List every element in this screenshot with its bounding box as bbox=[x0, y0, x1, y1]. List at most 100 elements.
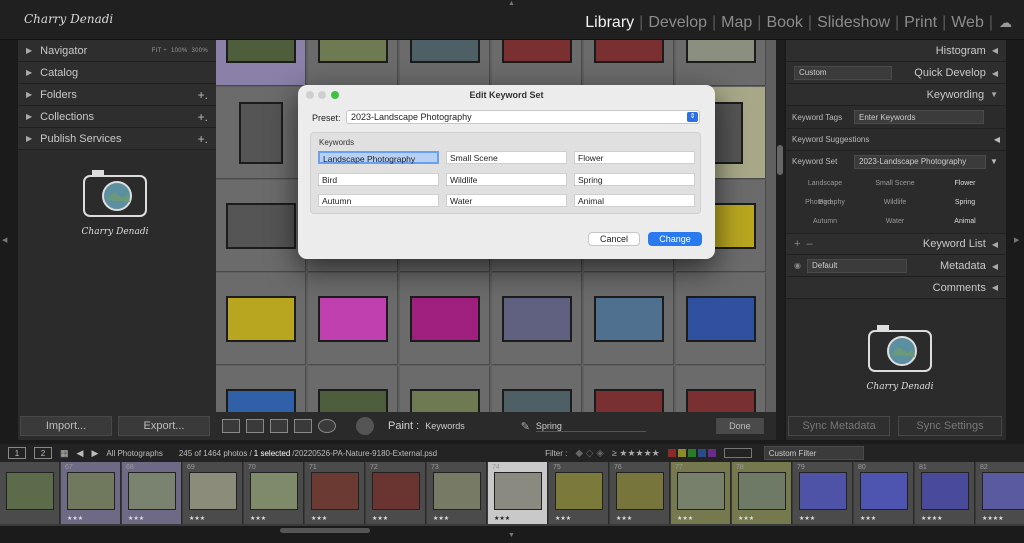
photo-thumbnail[interactable] bbox=[593, 40, 664, 63]
navigator-header[interactable]: ▶ Navigator FIT ÷ 100% 300% bbox=[18, 40, 216, 62]
photo-thumbnail[interactable] bbox=[317, 40, 388, 63]
photo-thumbnail[interactable] bbox=[238, 101, 283, 164]
keyword-set-item[interactable]: Landscape Photography bbox=[790, 174, 860, 206]
photo-thumbnail[interactable] bbox=[225, 202, 296, 249]
keyword-input[interactable]: Bird bbox=[318, 173, 439, 186]
filmstrip-cell[interactable]: 77 ★★★ bbox=[671, 462, 731, 524]
keyword-set-item[interactable]: Autumn bbox=[790, 212, 860, 231]
filmstrip-thumbnail[interactable] bbox=[128, 472, 176, 510]
keyword-input[interactable]: Small Scene bbox=[446, 151, 567, 164]
photo-thumbnail[interactable] bbox=[409, 40, 480, 63]
source-label[interactable]: All Photographs bbox=[106, 449, 162, 458]
keyword-input[interactable]: Wildlife bbox=[446, 173, 567, 186]
filmstrip-cell[interactable]: 78 ★★★ bbox=[732, 462, 792, 524]
color-label-filter[interactable] bbox=[667, 449, 716, 457]
secondary-window-button[interactable]: 2 bbox=[34, 447, 52, 459]
filmstrip-thumbnail[interactable] bbox=[616, 472, 664, 510]
eyedropper-icon[interactable]: ✎ bbox=[521, 420, 530, 433]
photo-thumbnail[interactable] bbox=[593, 388, 664, 412]
people-view-icon[interactable] bbox=[318, 419, 336, 433]
photo-thumbnail[interactable] bbox=[225, 388, 296, 412]
module-develop[interactable]: Develop bbox=[643, 14, 712, 32]
filmstrip-thumbnail[interactable] bbox=[799, 472, 847, 510]
filmstrip-thumbnail[interactable] bbox=[738, 472, 786, 510]
quick-develop-header[interactable]: Custom Quick Develop ◀ bbox=[786, 62, 1006, 84]
histogram-header[interactable]: Histogram ◀ bbox=[786, 40, 1006, 62]
filmstrip-thumbnail[interactable] bbox=[67, 472, 115, 510]
photo-thumbnail[interactable] bbox=[685, 295, 756, 342]
grid-cell[interactable] bbox=[492, 40, 582, 86]
survey-view-icon[interactable] bbox=[294, 419, 312, 433]
grid-cell[interactable] bbox=[400, 366, 490, 412]
keyword-set-item[interactable]: Bird bbox=[790, 193, 860, 212]
module-map[interactable]: Map bbox=[716, 14, 757, 32]
preset-select[interactable]: 2023-Landscape Photography ⇕ bbox=[346, 110, 700, 124]
photo-thumbnail[interactable] bbox=[317, 388, 388, 412]
comments-header[interactable]: Comments ◀ bbox=[786, 277, 1006, 299]
grid-cell[interactable] bbox=[676, 273, 766, 365]
keyword-input[interactable]: Flower bbox=[574, 151, 695, 164]
grid-cell[interactable] bbox=[216, 366, 306, 412]
module-book[interactable]: Book bbox=[761, 14, 807, 32]
filmstrip-cell[interactable]: 76 ★★★ bbox=[610, 462, 670, 524]
collapse-right-arrow-icon[interactable]: ▶ bbox=[1014, 236, 1019, 244]
keyword-set-item[interactable]: Water bbox=[860, 212, 930, 231]
cloud-icon[interactable]: ☁ bbox=[999, 15, 1012, 31]
grid-cell[interactable] bbox=[676, 40, 766, 86]
filmstrip-cell[interactable]: 81 ★★★★ bbox=[915, 462, 975, 524]
selected-filename[interactable]: /20220526-PA-Nature-9180-External.psd bbox=[292, 449, 437, 458]
filmstrip-thumbnail[interactable] bbox=[494, 472, 542, 510]
filmstrip-cell[interactable]: 70 ★★★ bbox=[244, 462, 304, 524]
back-arrow-icon[interactable]: ◀ bbox=[77, 448, 84, 459]
filmstrip-thumbnail[interactable] bbox=[433, 472, 481, 510]
grid-cell[interactable] bbox=[216, 40, 306, 86]
collapse-top-arrow-icon[interactable]: ▲ bbox=[508, 0, 515, 7]
module-web[interactable]: Web bbox=[946, 14, 989, 32]
change-button[interactable]: Change bbox=[648, 232, 702, 246]
grid-cell[interactable] bbox=[584, 273, 674, 365]
keyword-input[interactable]: Water bbox=[446, 194, 567, 207]
add-folder-icon[interactable]: +. bbox=[198, 88, 208, 102]
keyword-set-item[interactable]: Spring bbox=[930, 193, 1000, 212]
photo-thumbnail[interactable] bbox=[593, 295, 664, 342]
grid-cell[interactable] bbox=[492, 273, 582, 365]
filmstrip-thumbnail[interactable] bbox=[189, 472, 237, 510]
filmstrip-cell[interactable]: 75 ★★★ bbox=[549, 462, 609, 524]
filmstrip-cell[interactable]: 79 ★★★ bbox=[793, 462, 853, 524]
add-remove-keyword-icon[interactable]: + – bbox=[794, 238, 813, 250]
rating-filter-stars[interactable]: ≥ ★★★★★ bbox=[612, 448, 660, 459]
filmstrip-thumbnail[interactable] bbox=[921, 472, 969, 510]
keyword-input[interactable]: Animal bbox=[574, 194, 695, 207]
keyword-input[interactable]: Landscape Photography bbox=[318, 151, 439, 164]
module-library[interactable]: Library bbox=[580, 14, 639, 32]
quick-develop-preset-select[interactable]: Custom bbox=[794, 65, 892, 80]
filmstrip-cell[interactable] bbox=[0, 462, 60, 524]
publish-services-header[interactable]: ▶ Publish Services +. bbox=[18, 128, 216, 150]
grid-cell[interactable] bbox=[584, 40, 674, 86]
metadata-header[interactable]: ◉ Default Metadata ◀ bbox=[786, 255, 1006, 277]
paint-mode-select[interactable]: Keywords bbox=[425, 421, 465, 431]
grid-cell[interactable] bbox=[400, 273, 490, 365]
grid-view-icon[interactable] bbox=[222, 419, 240, 433]
add-publish-service-icon[interactable]: +. bbox=[198, 132, 208, 146]
filmstrip-cell[interactable]: 69 ★★★ bbox=[183, 462, 243, 524]
flag-filter-icons[interactable]: ◆ ◇ ◈ bbox=[575, 448, 604, 459]
keyword-set-item[interactable]: Animal bbox=[930, 212, 1000, 231]
filmstrip-cell[interactable]: 72 ★★★ bbox=[366, 462, 426, 524]
keyword-set-item[interactable]: Flower bbox=[930, 174, 1000, 193]
photo-thumbnail[interactable] bbox=[501, 295, 572, 342]
keyword-list-header[interactable]: + – Keyword List ◀ bbox=[786, 233, 1006, 255]
keyword-set-select[interactable]: 2023-Landscape Photography bbox=[854, 154, 986, 169]
grid-icon[interactable]: ▦ bbox=[60, 448, 69, 459]
photo-thumbnail[interactable] bbox=[501, 40, 572, 63]
grid-cell[interactable] bbox=[492, 366, 582, 412]
grid-cell[interactable] bbox=[308, 366, 398, 412]
compare-view-icon[interactable] bbox=[270, 419, 288, 433]
photo-thumbnail[interactable] bbox=[225, 295, 296, 342]
catalog-header[interactable]: ▶ Catalog bbox=[18, 62, 216, 84]
filmstrip-thumbnail[interactable] bbox=[250, 472, 298, 510]
loupe-view-icon[interactable] bbox=[246, 419, 264, 433]
forward-arrow-icon[interactable]: ▶ bbox=[91, 448, 98, 459]
photo-thumbnail[interactable] bbox=[685, 40, 756, 63]
export-button[interactable]: Export... bbox=[118, 416, 210, 436]
